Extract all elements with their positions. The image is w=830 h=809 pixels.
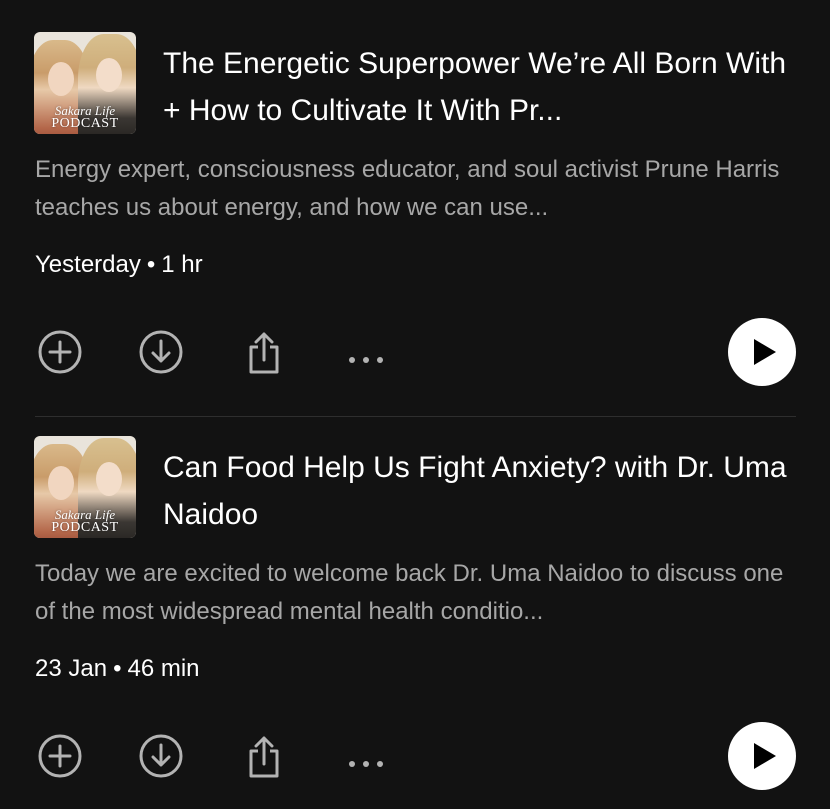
share-button[interactable] xyxy=(238,730,290,782)
meta-separator: • xyxy=(146,251,156,278)
share-icon xyxy=(249,736,279,778)
episode-description: Energy expert, consciousness educator, a… xyxy=(35,156,780,221)
episode-duration: 1 hr xyxy=(161,251,203,278)
episode-duration: 46 min xyxy=(127,655,200,682)
play-icon xyxy=(754,339,776,365)
download-button[interactable] xyxy=(135,326,187,378)
episode-date: Yesterday xyxy=(35,251,141,278)
cover-brand: Sakara Life PODCAST xyxy=(51,507,119,535)
meta-separator: • xyxy=(113,655,122,682)
download-circle-icon xyxy=(139,330,183,374)
add-to-library-button[interactable] xyxy=(34,326,86,378)
more-icon xyxy=(349,761,383,767)
plus-circle-icon xyxy=(38,734,82,778)
episode-title[interactable]: Can Food Help Us Fight Anxiety? with Dr.… xyxy=(163,444,803,538)
episode-divider xyxy=(35,416,796,417)
episode-meta: 23 Jan • 46 min xyxy=(35,652,200,686)
more-options-button[interactable] xyxy=(340,730,392,782)
download-circle-icon xyxy=(139,734,183,778)
episode-description: Today we are excited to welcome back Dr.… xyxy=(35,560,784,625)
episode-actions xyxy=(0,318,830,388)
episode-meta: Yesterday • 1 hr xyxy=(35,248,203,282)
download-button[interactable] xyxy=(135,730,187,782)
podcast-cover-image: Sakara Life PODCAST xyxy=(34,32,136,134)
more-options-button[interactable] xyxy=(340,326,392,378)
share-icon xyxy=(249,332,279,374)
cover-brand: Sakara Life PODCAST xyxy=(51,103,119,131)
episode-date: 23 Jan xyxy=(35,655,108,682)
play-button[interactable] xyxy=(728,722,796,790)
play-button[interactable] xyxy=(728,318,796,386)
episode-actions xyxy=(0,722,830,792)
episode-title[interactable]: The Energetic Superpower We’re All Born … xyxy=(163,40,803,134)
play-icon xyxy=(754,743,776,769)
share-button[interactable] xyxy=(238,326,290,378)
add-to-library-button[interactable] xyxy=(34,730,86,782)
podcast-cover-image: Sakara Life PODCAST xyxy=(34,436,136,538)
more-icon xyxy=(349,357,383,363)
plus-circle-icon xyxy=(38,330,82,374)
